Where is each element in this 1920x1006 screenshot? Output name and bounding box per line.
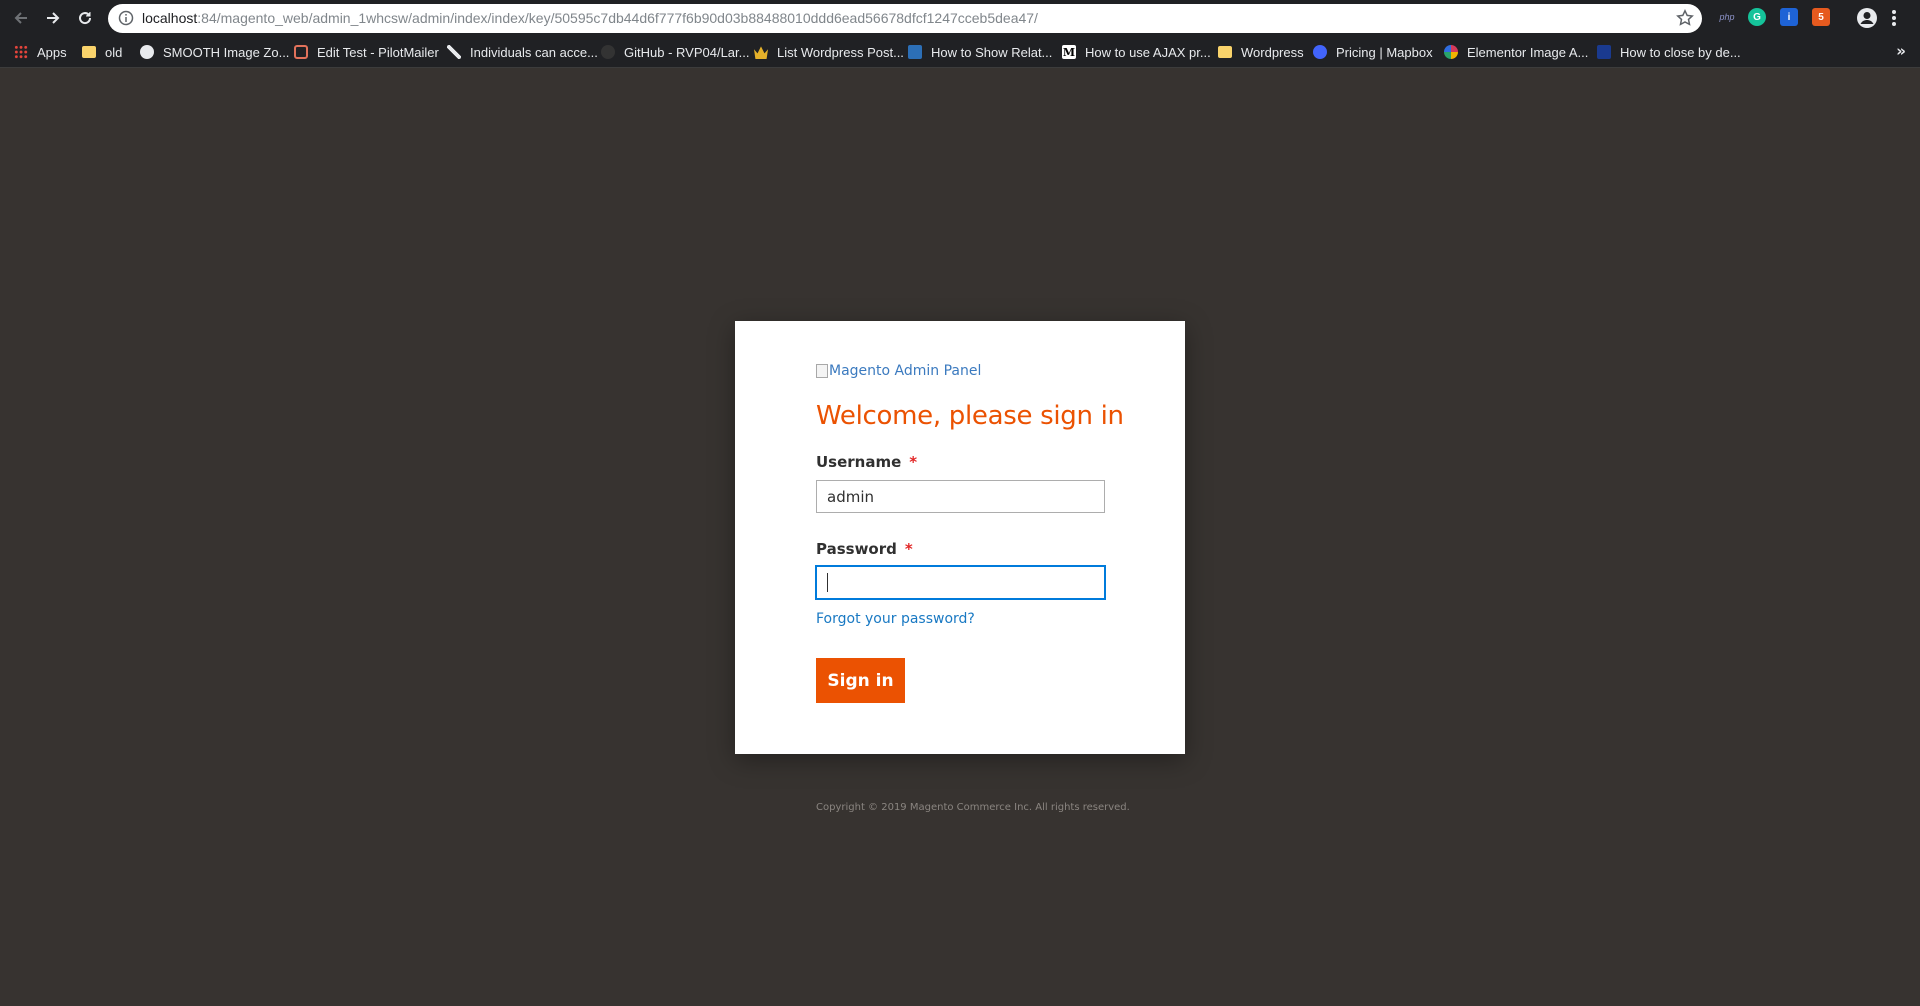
- required-marker: *: [904, 540, 913, 558]
- username-label: Username *: [816, 453, 917, 471]
- text-cursor: [827, 573, 828, 592]
- bookmark-star-icon[interactable]: [1676, 9, 1694, 27]
- bookmark-label: How to use AJAX pr...: [1085, 44, 1211, 60]
- url-host: localhost: [142, 10, 198, 26]
- password-label-text: Password: [816, 540, 897, 558]
- bookmark-how-to-use-ajax[interactable]: M How to use AJAX pr...: [1062, 36, 1211, 68]
- php-extension-icon[interactable]: php: [1716, 8, 1738, 26]
- arrow-left-icon: [14, 12, 27, 24]
- bookmark-label: Wordpress: [1241, 44, 1304, 60]
- bookmark-smooth-image-zoom[interactable]: SMOOTH Image Zo...: [140, 36, 289, 68]
- mail-icon: [294, 45, 308, 59]
- password-label: Password *: [816, 540, 913, 558]
- crown-icon: [754, 46, 768, 59]
- logo-alt-text: Magento Admin Panel: [829, 363, 982, 379]
- bookmark-how-to-show-related[interactable]: How to Show Relat...: [908, 36, 1052, 68]
- bookmark-wordpress[interactable]: Wordpress: [1218, 36, 1304, 68]
- html5-extension-icon[interactable]: 5: [1812, 8, 1830, 26]
- medium-icon: M: [1062, 45, 1076, 59]
- bookmark-label: Edit Test - PilotMailer: [317, 44, 439, 60]
- info-extension-icon[interactable]: i: [1780, 8, 1798, 26]
- profile-icon[interactable]: [1856, 7, 1878, 29]
- password-input[interactable]: [816, 566, 1105, 599]
- broken-image-icon: [816, 364, 828, 378]
- sign-in-button[interactable]: Sign in: [816, 658, 905, 703]
- forward-button[interactable]: [40, 5, 66, 31]
- bookmark-label: How to Show Relat...: [931, 44, 1053, 60]
- bookmark-label: How to close by de...: [1620, 44, 1741, 60]
- grammarly-extension-icon[interactable]: G: [1748, 8, 1766, 26]
- bookmark-label: old: [105, 44, 123, 60]
- bookmark-old[interactable]: old: [82, 36, 122, 68]
- arrow-right-icon: [47, 12, 60, 24]
- site-icon: [1597, 45, 1611, 59]
- site-icon: [908, 45, 922, 59]
- page-title: Welcome, please sign in: [816, 401, 1124, 431]
- bookmark-label: Pricing | Mapbox: [1336, 44, 1433, 60]
- bookmark-apps[interactable]: Apps: [14, 36, 67, 68]
- bookmark-label: SMOOTH Image Zo...: [163, 44, 290, 60]
- reload-button[interactable]: [72, 5, 98, 31]
- bookmark-label: Elementor Image A...: [1467, 44, 1589, 60]
- magento-logo[interactable]: Magento Admin Panel: [816, 363, 981, 379]
- info-icon[interactable]: [118, 10, 134, 26]
- tools-icon: [447, 45, 461, 59]
- browser-toolbar: localhost:84/magento_web/admin_1whcsw/ad…: [0, 0, 1920, 36]
- bookmark-elementor-image[interactable]: Elementor Image A...: [1444, 36, 1588, 68]
- required-marker: *: [909, 453, 918, 471]
- bookmarks-bar: Apps old SMOOTH Image Zo... Edit Test - …: [0, 36, 1920, 68]
- address-bar[interactable]: localhost:84/magento_web/admin_1whcsw/ad…: [108, 4, 1702, 33]
- browser-menu-icon[interactable]: [1890, 7, 1898, 29]
- bookmark-how-to-close[interactable]: How to close by de...: [1597, 36, 1741, 68]
- bookmark-list-wordpress-posts[interactable]: List Wordpress Post...: [754, 36, 904, 68]
- bookmark-github[interactable]: GitHub - RVP04/Lar...: [601, 36, 750, 68]
- username-input[interactable]: [816, 480, 1105, 513]
- folder-icon: [1218, 46, 1232, 58]
- github-icon: [601, 45, 615, 59]
- globe-icon: [140, 45, 154, 59]
- back-button[interactable]: [8, 5, 34, 31]
- folder-icon: [82, 46, 96, 58]
- reload-icon: [79, 12, 92, 25]
- mapbox-icon: [1313, 45, 1327, 59]
- bookmark-label: GitHub - RVP04/Lar...: [624, 44, 750, 60]
- bookmark-label: Apps: [37, 44, 67, 60]
- url-text[interactable]: localhost:84/magento_web/admin_1whcsw/ad…: [142, 4, 1038, 33]
- login-card: Magento Admin Panel Welcome, please sign…: [735, 321, 1185, 754]
- bookmark-edit-test-pilotmailer[interactable]: Edit Test - PilotMailer: [294, 36, 439, 68]
- bookmark-individuals[interactable]: Individuals can acce...: [447, 36, 598, 68]
- copyright-text: Copyright © 2019 Magento Commerce Inc. A…: [816, 802, 1130, 813]
- forgot-password-link[interactable]: Forgot your password?: [816, 611, 975, 627]
- bookmark-pricing-mapbox[interactable]: Pricing | Mapbox: [1313, 36, 1433, 68]
- bookmark-label: List Wordpress Post...: [777, 44, 904, 60]
- elementor-icon: [1444, 45, 1458, 59]
- username-label-text: Username: [816, 453, 902, 471]
- apps-grid-icon: [14, 45, 28, 59]
- url-path: :84/magento_web/admin_1whcsw/admin/index…: [197, 10, 1038, 26]
- bookmarks-overflow-button[interactable]: »: [1896, 42, 1906, 60]
- bookmark-label: Individuals can acce...: [470, 44, 598, 60]
